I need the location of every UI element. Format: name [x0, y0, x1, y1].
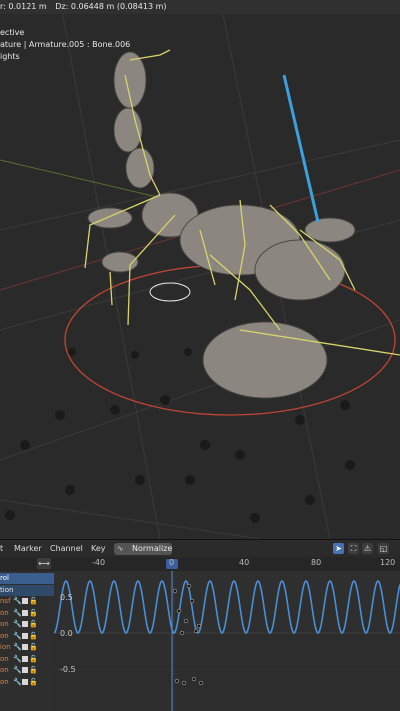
- channel-row[interactable]: tion: [0, 584, 54, 596]
- readout-delta: r: 0.0121 m: [0, 2, 47, 11]
- lock-icon[interactable]: 🔓: [29, 619, 38, 630]
- channel-name: on: [0, 608, 9, 617]
- channel-row[interactable]: on 🔧 🔓: [0, 608, 54, 619]
- scorpion-mesh[interactable]: [87, 51, 356, 399]
- warning-icon[interactable]: ⚠: [362, 543, 373, 554]
- menu-select[interactable]: t: [0, 540, 3, 558]
- lock-icon[interactable]: 🔓: [29, 677, 38, 688]
- keyframe-point[interactable]: [176, 608, 182, 614]
- view-mode-label: ective: [0, 28, 25, 37]
- graph-area[interactable]: 0.5 0.0 -0.5: [54, 571, 400, 711]
- channel-controls: 🔧 🔓: [13, 642, 38, 653]
- modifier-wrench-icon[interactable]: 🔧: [13, 677, 22, 688]
- channel-name: on: [0, 631, 9, 640]
- frame-ruler[interactable]: ⟷ -40 0 40 80 120: [0, 557, 400, 571]
- viewport-scene[interactable]: [0, 0, 400, 539]
- menu-marker[interactable]: Marker: [14, 540, 42, 558]
- lock-icon[interactable]: 🔓: [29, 642, 38, 653]
- keyframe-point[interactable]: [181, 680, 187, 686]
- normalize-label: Normalize: [132, 544, 173, 553]
- lock-icon[interactable]: 🔓: [29, 654, 38, 665]
- channel-controls: 🔧 🔓: [13, 654, 38, 665]
- channel-checkbox[interactable]: [21, 596, 28, 607]
- channel-name: rol: [0, 574, 9, 582]
- channel-list[interactable]: rol tion nsf 🔧 🔓 on 🔧 🔓 on 🔧 🔓 on 🔧 🔓 ion 🔧 🔓 on 🔧 🔓 on 🔧 🔓 on 🔧…: [0, 571, 54, 711]
- keyframe-point[interactable]: [172, 588, 178, 594]
- modifier-wrench-icon[interactable]: 🔧: [13, 596, 22, 607]
- modifier-wrench-icon[interactable]: 🔧: [13, 665, 22, 676]
- channel-row[interactable]: on 🔧 🔓: [0, 677, 54, 688]
- channel-row[interactable]: ion 🔧 🔓: [0, 642, 54, 653]
- lock-icon[interactable]: 🔓: [29, 665, 38, 676]
- keyframe-point[interactable]: [174, 678, 180, 684]
- y-tick-label: 0.5: [60, 593, 73, 602]
- channel-row[interactable]: on 🔧 🔓: [0, 665, 54, 676]
- channel-checkbox[interactable]: [21, 619, 28, 630]
- channel-controls: 🔧 🔓: [13, 608, 38, 619]
- modifier-wrench-icon[interactable]: 🔧: [13, 654, 22, 665]
- channel-controls: 🔧 🔓: [13, 631, 38, 642]
- keyframe-point[interactable]: [193, 628, 199, 634]
- y-tick-label: 0.0: [60, 629, 73, 638]
- channel-controls: 🔧 🔓: [13, 596, 38, 607]
- channel-name: ion: [0, 643, 11, 651]
- lights-label: ights: [0, 52, 20, 61]
- channel-name: on: [0, 654, 9, 663]
- frame-icon[interactable]: ◱: [378, 543, 389, 554]
- normalize-toggle[interactable]: ∿ Normalize: [114, 543, 172, 555]
- channel-row[interactable]: on 🔧 🔓: [0, 654, 54, 665]
- channel-controls: 🔧 🔓: [13, 619, 38, 630]
- tick-label: 120: [380, 558, 396, 567]
- modifier-wrench-icon[interactable]: 🔧: [13, 608, 22, 619]
- keyframe-point[interactable]: [183, 618, 189, 624]
- channel-checkbox[interactable]: [21, 665, 28, 676]
- channel-row[interactable]: nsf 🔧 🔓: [0, 596, 54, 607]
- channel-checkbox[interactable]: [21, 608, 28, 619]
- normalize-curve-icon: ∿: [117, 544, 124, 553]
- readout-dz: Dz: 0.06448 m (0.08413 m): [55, 2, 167, 11]
- lock-icon[interactable]: 🔓: [29, 608, 38, 619]
- menu-key[interactable]: Key: [91, 540, 106, 558]
- tick-label: -40: [92, 558, 106, 567]
- selection-circle[interactable]: [149, 282, 191, 302]
- tick-label: 40: [239, 558, 250, 567]
- channel-name: on: [0, 620, 9, 628]
- fit-view-icon[interactable]: ⛶: [348, 543, 359, 554]
- 3d-viewport[interactable]: r: 0.0121 m Dz: 0.06448 m (0.08413 m) ec…: [0, 0, 400, 539]
- y-tick-label: -0.5: [60, 665, 76, 674]
- channel-checkbox[interactable]: [21, 677, 28, 688]
- modifier-wrench-icon[interactable]: 🔧: [13, 642, 22, 653]
- menu-channel[interactable]: Channel: [50, 540, 83, 558]
- tick-label: 80: [311, 558, 322, 567]
- channel-name: on: [0, 666, 9, 674]
- lock-icon[interactable]: 🔓: [29, 631, 38, 642]
- channel-checkbox[interactable]: [21, 642, 28, 653]
- tick-label: 0: [169, 558, 175, 567]
- channel-controls: 🔧 🔓: [13, 665, 38, 676]
- channel-row[interactable]: on 🔧 🔓: [0, 619, 54, 630]
- transform-readout: r: 0.0121 m Dz: 0.06448 m (0.08413 m): [0, 0, 400, 14]
- active-bone-label: ature | Armature.005 : Bone.006: [0, 40, 131, 49]
- fcurve-canvas[interactable]: [54, 571, 400, 711]
- channel-name: tion: [0, 585, 14, 594]
- channel-name: on: [0, 677, 9, 686]
- modifier-wrench-icon[interactable]: 🔧: [13, 631, 22, 642]
- lock-icon[interactable]: 🔓: [29, 596, 38, 607]
- channel-name: nsf: [0, 597, 11, 605]
- modifier-wrench-icon[interactable]: 🔧: [13, 619, 22, 630]
- keyframe-point[interactable]: [186, 583, 192, 589]
- frame-range-icon[interactable]: ⟷: [37, 558, 51, 569]
- cursor-icon[interactable]: ➤: [333, 543, 344, 554]
- channel-row[interactable]: on 🔧 🔓: [0, 631, 54, 642]
- keyframe-point[interactable]: [179, 630, 185, 636]
- channel-row[interactable]: rol: [0, 573, 54, 584]
- keyframe-point[interactable]: [191, 676, 197, 682]
- keyframe-point[interactable]: [198, 680, 204, 686]
- channel-checkbox[interactable]: [21, 631, 28, 642]
- keyframe-point[interactable]: [196, 623, 202, 629]
- channel-controls: 🔧 🔓: [13, 677, 38, 688]
- channel-checkbox[interactable]: [21, 654, 28, 665]
- graph-editor-header: t Marker Channel Key ∿ Normalize ➤ ⛶ ⚠ ◱: [0, 539, 400, 558]
- keyframe-point[interactable]: [189, 598, 195, 604]
